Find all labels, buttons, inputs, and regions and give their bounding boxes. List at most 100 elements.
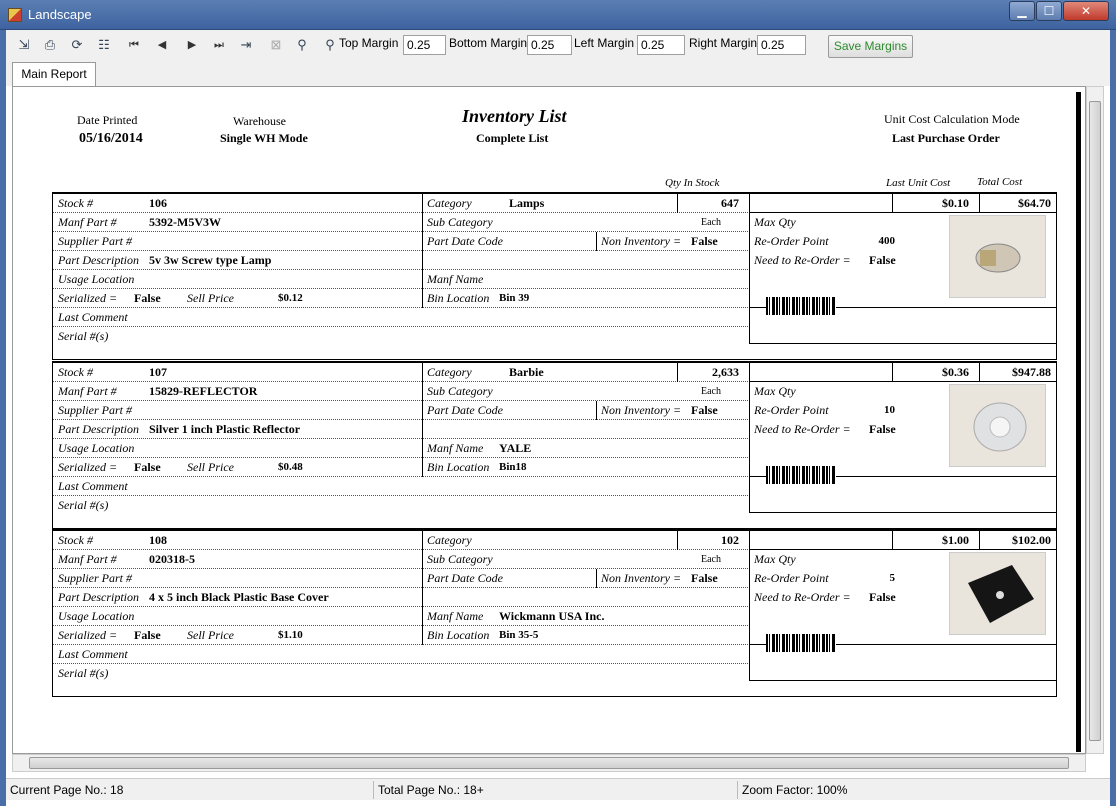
last-page-icon[interactable]: ⏭ <box>211 37 227 53</box>
total-cost-value: $102.00 <box>1012 533 1051 547</box>
max-qty-label: Max Qty <box>754 215 796 229</box>
find-next-icon[interactable]: ⚲ <box>322 37 338 53</box>
date-printed-value: 05/16/2014 <box>79 131 143 146</box>
last-comment-label: Last Comment <box>58 479 128 493</box>
non-inventory-value: False <box>691 234 718 248</box>
serialized-value: False <box>134 291 161 305</box>
refresh-icon[interactable]: ⟳ <box>69 37 85 53</box>
reorder-point-label: Re-Order Point <box>754 234 829 248</box>
warehouse-value: Single WH Mode <box>220 131 308 145</box>
stock-value: 108 <box>149 533 167 547</box>
unit-cost-value: $1.00 <box>942 533 969 547</box>
part-description-label: Part Description <box>58 590 139 604</box>
previous-page-icon[interactable]: ◀ <box>154 37 170 53</box>
need-reorder-label: Need to Re-Order = <box>754 422 851 436</box>
bin-location-value: Bin 39 <box>499 292 530 304</box>
record-divider <box>422 194 423 308</box>
manf-part-label: Manf Part # <box>58 384 117 398</box>
category-label: Category <box>427 533 472 547</box>
record-divider <box>422 531 423 645</box>
record-row-line <box>53 607 750 626</box>
max-qty-label: Max Qty <box>754 384 796 398</box>
record-row-line <box>749 325 1056 344</box>
record-divider <box>596 569 597 588</box>
usage-location-label: Usage Location <box>58 441 135 455</box>
serialized-value: False <box>134 628 161 642</box>
tab-main-report[interactable]: Main Report <box>12 62 96 86</box>
category-value: Lamps <box>509 196 545 210</box>
right-margin-label: Right Margin <box>689 36 758 50</box>
save-margins-button[interactable]: Save Margins <box>828 35 913 58</box>
reorder-point-label: Re-Order Point <box>754 403 829 417</box>
uom-value: Each <box>701 554 721 565</box>
horizontal-scrollbar[interactable] <box>12 754 1086 772</box>
col-last-unit-cost-header: Last Unit Cost <box>886 177 951 189</box>
manf-name-label: Manf Name <box>427 441 484 455</box>
reorder-point-value: 10 <box>884 404 895 416</box>
bin-location-value: Bin 35-5 <box>499 629 539 641</box>
export-icon[interactable]: ⇲ <box>16 37 32 53</box>
barcode <box>766 634 836 652</box>
print-icon[interactable]: ⎙ <box>42 37 58 53</box>
find-icon[interactable]: ⚲ <box>294 37 310 53</box>
first-page-icon[interactable]: ⏮ <box>126 37 142 53</box>
need-reorder-value: False <box>869 422 896 436</box>
vertical-scrollbar[interactable] <box>1086 86 1104 754</box>
serials-label: Serial #(s) <box>58 498 109 512</box>
serials-label: Serial #(s) <box>58 329 109 343</box>
goto-page-icon[interactable]: ⇥ <box>238 37 254 53</box>
record-row-line <box>749 494 1056 513</box>
serials-label: Serial #(s) <box>58 666 109 680</box>
serialized-label: Serialized = <box>58 460 118 474</box>
max-qty-label: Max Qty <box>754 552 796 566</box>
manf-part-label: Manf Part # <box>58 552 117 566</box>
stock-value: 106 <box>149 196 167 210</box>
vertical-scroll-thumb[interactable] <box>1089 101 1101 741</box>
bin-location-label: Bin Location <box>427 291 490 305</box>
sub-category-label: Sub Category <box>427 215 493 229</box>
record-divider <box>749 194 750 344</box>
total-cost-value: $64.70 <box>1018 196 1051 210</box>
minimize-button[interactable]: ▁ <box>1009 1 1035 21</box>
non-inventory-label: Non Inventory = <box>601 571 682 585</box>
tree-icon[interactable]: ☷ <box>96 37 112 53</box>
total-cost-value: $947.88 <box>1012 365 1051 379</box>
left-margin-input[interactable] <box>637 35 685 55</box>
status-current-page: Current Page No.: 18 <box>6 781 374 799</box>
manf-name-value: Wickmann USA Inc. <box>499 609 605 623</box>
inventory-record: Stock # 108 Manf Part # 020318-5 Supplier Pa… <box>52 529 1057 697</box>
reorder-point-value: 5 <box>889 572 896 584</box>
qty-in-stock-value: 102 <box>721 533 739 547</box>
part-date-code-label: Part Date Code <box>427 234 503 248</box>
maximize-button[interactable]: ☐ <box>1036 1 1062 21</box>
supplier-part-label: Supplier Part # <box>58 571 132 585</box>
uom-value: Each <box>701 386 721 397</box>
horizontal-scroll-thumb[interactable] <box>29 757 1069 769</box>
sell-price-value: $1.10 <box>278 629 303 641</box>
part-description-value: Silver 1 inch Plastic Reflector <box>149 422 301 436</box>
part-date-code-label: Part Date Code <box>427 571 503 585</box>
manf-name-label: Manf Name <box>427 609 484 623</box>
part-description-value: 5v 3w Screw type Lamp <box>149 253 272 267</box>
part-description-label: Part Description <box>58 422 139 436</box>
reorder-point-label: Re-Order Point <box>754 571 829 585</box>
sell-price-value: $0.48 <box>278 461 303 473</box>
right-margin-input[interactable] <box>757 35 806 55</box>
app-icon <box>8 8 22 22</box>
record-row-line <box>53 645 750 664</box>
window-title: Landscape <box>28 7 92 22</box>
manf-part-value: 5392-M5V3W <box>149 215 221 229</box>
top-margin-input[interactable] <box>403 35 446 55</box>
usage-location-label: Usage Location <box>58 272 135 286</box>
barcode <box>766 297 836 315</box>
uom-value: Each <box>701 217 721 228</box>
need-reorder-value: False <box>869 590 896 604</box>
close-button[interactable]: ✕ <box>1063 1 1109 21</box>
non-inventory-label: Non Inventory = <box>601 403 682 417</box>
page-edge <box>1076 92 1081 752</box>
window-frame-left <box>0 60 6 806</box>
stop-icon[interactable]: ⊠ <box>268 37 284 53</box>
next-page-icon[interactable]: ▶ <box>184 37 200 53</box>
supplier-part-label: Supplier Part # <box>58 403 132 417</box>
bottom-margin-input[interactable] <box>527 35 572 55</box>
